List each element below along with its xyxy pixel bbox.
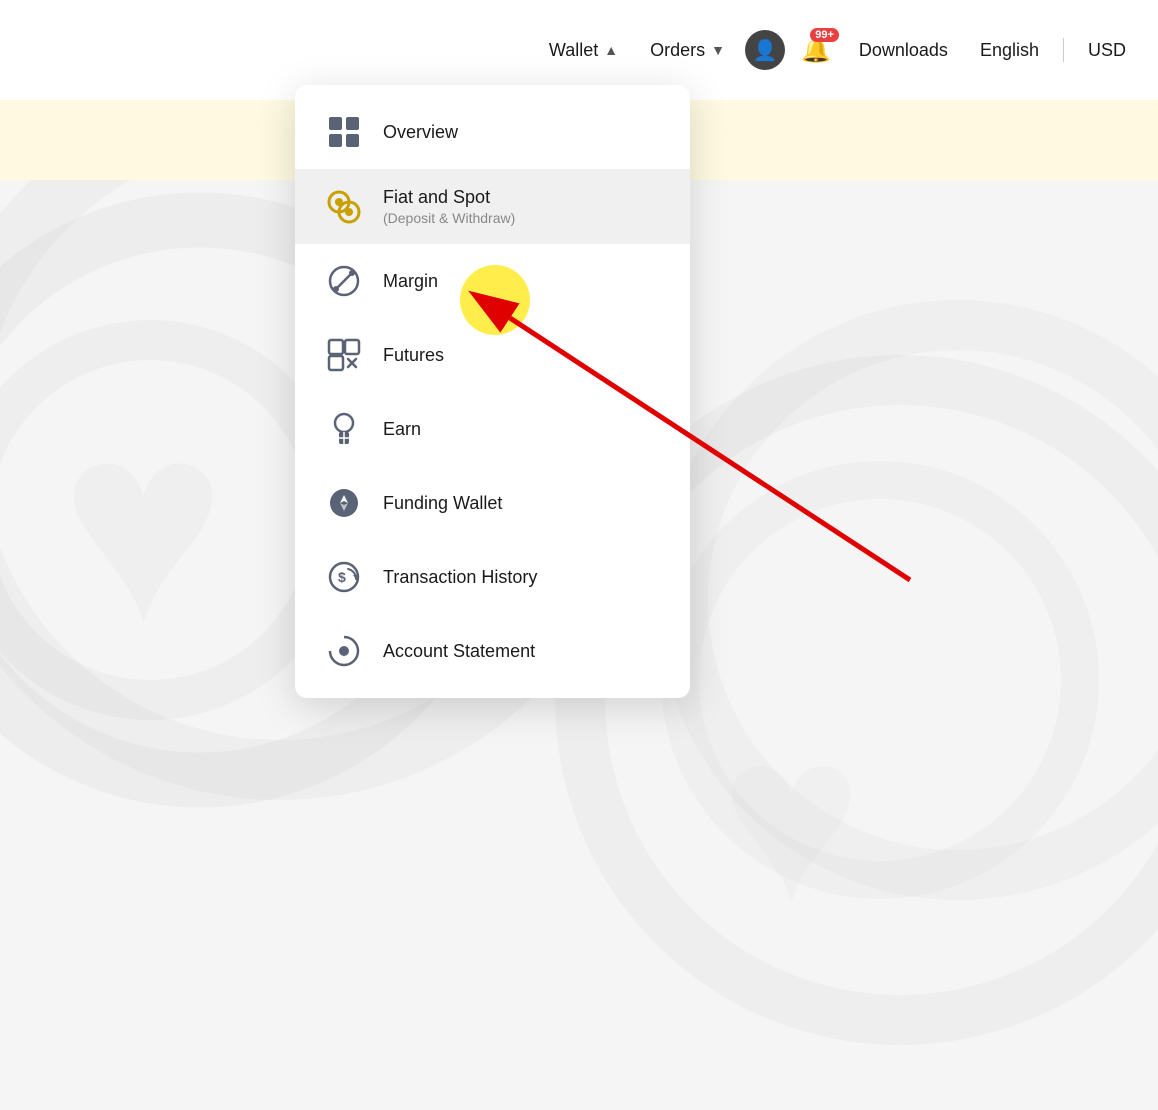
- currency-label: USD: [1088, 40, 1126, 61]
- svg-text:♥: ♥: [720, 686, 863, 952]
- overview-icon: [325, 113, 363, 151]
- earn-icon: [325, 410, 363, 448]
- funding-wallet-label: Funding Wallet: [383, 493, 502, 514]
- notification-badge: 99+: [810, 28, 839, 42]
- language-nav-item[interactable]: English: [968, 32, 1051, 69]
- transaction-history-label: Transaction History: [383, 567, 537, 588]
- menu-item-transaction-history[interactable]: $ Transaction History: [295, 540, 690, 614]
- notification-bell-wrapper[interactable]: 🔔 99+: [793, 28, 839, 73]
- wallet-nav-item[interactable]: Wallet ▲: [537, 32, 630, 69]
- margin-text: Margin: [383, 271, 438, 292]
- futures-label: Futures: [383, 345, 444, 366]
- fiat-spot-text: Fiat and Spot (Deposit & Withdraw): [383, 187, 515, 226]
- menu-item-overview[interactable]: Overview: [295, 95, 690, 169]
- futures-icon: [325, 336, 363, 374]
- currency-nav-item[interactable]: USD: [1076, 32, 1138, 69]
- menu-item-earn[interactable]: Earn: [295, 392, 690, 466]
- funding-wallet-icon: [325, 484, 363, 522]
- margin-label: Margin: [383, 271, 438, 292]
- earn-label: Earn: [383, 419, 421, 440]
- account-statement-text: Account Statement: [383, 641, 535, 662]
- account-statement-icon: [325, 632, 363, 670]
- fiat-spot-label: Fiat and Spot: [383, 187, 515, 208]
- transaction-history-icon: $: [325, 558, 363, 596]
- menu-item-account-statement[interactable]: Account Statement: [295, 614, 690, 688]
- nav-separator: [1063, 38, 1064, 62]
- account-statement-label: Account Statement: [383, 641, 535, 662]
- wallet-label: Wallet: [549, 40, 598, 61]
- menu-item-funding-wallet[interactable]: Funding Wallet: [295, 466, 690, 540]
- transaction-history-text: Transaction History: [383, 567, 537, 588]
- user-avatar[interactable]: 👤: [745, 30, 785, 70]
- fiat-spot-icon: [325, 188, 363, 226]
- wallet-chevron-up-icon: ▲: [604, 42, 618, 58]
- orders-nav-item[interactable]: Orders ▼: [638, 32, 737, 69]
- orders-chevron-down-icon: ▼: [711, 42, 725, 58]
- menu-item-futures[interactable]: Futures: [295, 318, 690, 392]
- svg-text:$: $: [338, 569, 346, 585]
- margin-icon: [325, 262, 363, 300]
- nav-items: Wallet ▲ Orders ▼ 👤 🔔 99+ Downloads Engl…: [537, 28, 1138, 73]
- svg-text:♥: ♥: [60, 370, 226, 681]
- fiat-spot-sublabel: (Deposit & Withdraw): [383, 210, 515, 226]
- language-label: English: [980, 40, 1039, 61]
- funding-wallet-text: Funding Wallet: [383, 493, 502, 514]
- earn-text: Earn: [383, 419, 421, 440]
- menu-item-fiat-spot[interactable]: Fiat and Spot (Deposit & Withdraw): [295, 169, 690, 244]
- futures-text: Futures: [383, 345, 444, 366]
- downloads-label: Downloads: [859, 40, 948, 61]
- menu-item-margin[interactable]: Margin: [295, 244, 690, 318]
- orders-label: Orders: [650, 40, 705, 61]
- downloads-nav-item[interactable]: Downloads: [847, 32, 960, 69]
- overview-text: Overview: [383, 122, 458, 143]
- wallet-dropdown-menu: Overview Fiat and Spot (Deposit & Withdr…: [295, 85, 690, 698]
- avatar-icon: 👤: [753, 38, 778, 63]
- overview-label: Overview: [383, 122, 458, 143]
